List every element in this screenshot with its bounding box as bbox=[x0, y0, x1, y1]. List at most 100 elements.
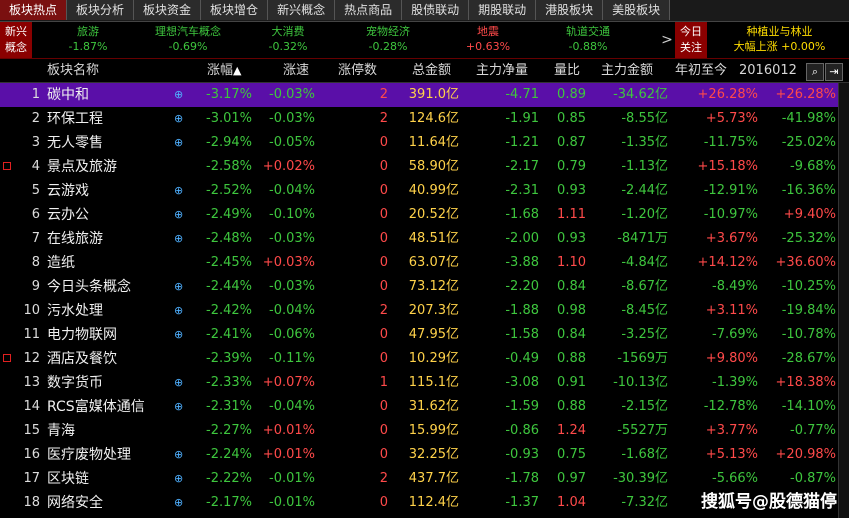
cell-amount: 391.0亿 bbox=[408, 87, 459, 102]
add-icon[interactable]: ⊕ bbox=[174, 179, 183, 203]
table-row[interactable]: 2 环保工程 ⊕ -3.01% -0.03% 2 124.6亿 -1.91 0.85 -8.55亿… bbox=[0, 107, 849, 131]
col-header-limit-up[interactable]: 涨停数 bbox=[338, 60, 377, 82]
tab-4[interactable]: 新兴概念 bbox=[268, 0, 336, 20]
cell-speed: -0.11% bbox=[269, 351, 315, 366]
cell-speed: -0.04% bbox=[269, 399, 315, 414]
table-row[interactable]: 8 造纸 -2.45% +0.03% 0 63.07亿 -3.88 1.10 -4.84亿 +14… bbox=[0, 251, 849, 275]
cell-net: -1.68 bbox=[505, 207, 539, 222]
table-row[interactable]: 14 RCS富媒体通信 ⊕ -2.31% -0.04% 0 31.62亿 -1.59 0.88 -… bbox=[0, 395, 849, 419]
vertical-scrollbar[interactable] bbox=[838, 83, 849, 518]
col-header-amount[interactable]: 总金额 bbox=[412, 60, 451, 82]
table-row[interactable]: 7 在线旅游 ⊕ -2.48% -0.03% 0 48.51亿 -2.00 0.93 -8471万… bbox=[0, 227, 849, 251]
add-icon[interactable]: ⊕ bbox=[174, 107, 183, 131]
table-row[interactable]: 3 无人零售 ⊕ -2.94% -0.05% 0 11.64亿 -1.21 0.87 -1.35亿… bbox=[0, 131, 849, 155]
col-header-vol-ratio[interactable]: 量比 bbox=[554, 60, 580, 82]
table-row[interactable]: 9 今日头条概念 ⊕ -2.44% -0.03% 0 73.12亿 -2.20 0.84 -8.6… bbox=[0, 275, 849, 299]
add-icon[interactable]: ⊕ bbox=[174, 131, 183, 155]
cell-vol-ratio: 0.88 bbox=[557, 399, 586, 414]
cell-vol-ratio: 0.91 bbox=[557, 375, 586, 390]
cell-limit-up: 2 bbox=[379, 471, 388, 486]
col-header-change[interactable]: 涨幅▲ bbox=[207, 60, 241, 82]
new-concept-tag[interactable]: 新兴 概念 bbox=[0, 22, 32, 58]
cell-main-amount: -5527万 bbox=[617, 423, 668, 438]
cell-date-col: -19.84% bbox=[781, 303, 836, 318]
cell-speed: -0.10% bbox=[269, 207, 315, 222]
table-row[interactable]: 11 电力物联网 ⊕ -2.41% -0.06% 0 47.95亿 -1.58 0.84 -3.2… bbox=[0, 323, 849, 347]
table-row[interactable]: 13 数字货币 ⊕ -2.33% +0.07% 1 115.1亿 -3.08 0.91 -10.1… bbox=[0, 371, 849, 395]
col-header-ytd[interactable]: 年初至今 bbox=[675, 60, 727, 82]
table-row[interactable]: 15 青海 -2.27% +0.01% 0 15.99亿 -0.86 1.24 -5527万 +3… bbox=[0, 419, 849, 443]
table-row[interactable]: 6 云办公 ⊕ -2.49% -0.10% 0 20.52亿 -1.68 1.11 -1.20亿 -… bbox=[0, 203, 849, 227]
col-header-date[interactable]: 2016012 bbox=[739, 60, 797, 82]
add-icon[interactable]: ⊕ bbox=[174, 395, 183, 419]
cell-date-col: +36.60% bbox=[775, 255, 836, 270]
tab-0[interactable]: 板块热点 bbox=[0, 0, 68, 20]
cell-main-amount: -4.84亿 bbox=[621, 255, 668, 270]
tab-5[interactable]: 热点商品 bbox=[335, 0, 403, 20]
sector-name: 数字货币 bbox=[47, 375, 103, 391]
ticker-sector[interactable]: 轨道交通 -0.88% bbox=[538, 24, 638, 54]
ticker-sector[interactable]: 理想汽车概念 -0.69% bbox=[138, 24, 238, 54]
add-icon[interactable]: ⊕ bbox=[174, 467, 183, 491]
tab-2[interactable]: 板块资金 bbox=[134, 0, 202, 20]
ticker-sector[interactable]: 地震 +0.63% bbox=[438, 24, 538, 54]
cell-change: -2.24% bbox=[206, 447, 252, 462]
col-header-name[interactable]: 板块名称 bbox=[47, 60, 99, 82]
cell-limit-up: 0 bbox=[379, 423, 388, 438]
search-icon[interactable]: ⌕ bbox=[806, 63, 824, 81]
cell-limit-up: 2 bbox=[379, 87, 388, 102]
table-row[interactable]: 4 景点及旅游 -2.58% +0.02% 0 58.90亿 -2.17 0.79 -1.13亿… bbox=[0, 155, 849, 179]
today-focus-tag[interactable]: 今日 关注 bbox=[675, 22, 707, 58]
cell-amount: 31.62亿 bbox=[408, 399, 459, 414]
row-index: 2 bbox=[31, 111, 40, 126]
add-icon[interactable]: ⊕ bbox=[174, 491, 183, 515]
cell-date-col: -0.77% bbox=[790, 423, 836, 438]
tab-6[interactable]: 股债联动 bbox=[402, 0, 470, 20]
tab-9[interactable]: 美股板块 bbox=[603, 0, 671, 20]
table-row[interactable]: 10 污水处理 ⊕ -2.42% -0.04% 2 207.3亿 -1.88 0.98 -8.45… bbox=[0, 299, 849, 323]
cell-date-col: -16.36% bbox=[781, 183, 836, 198]
strip-next-arrow[interactable]: > bbox=[660, 22, 674, 58]
add-icon[interactable]: ⊕ bbox=[174, 299, 183, 323]
col-header-net[interactable]: 主力净量 bbox=[476, 60, 528, 82]
add-icon[interactable]: ⊕ bbox=[174, 227, 183, 251]
add-icon[interactable]: ⊕ bbox=[174, 203, 183, 227]
cell-net: -3.88 bbox=[505, 255, 539, 270]
cell-ytd: -7.69% bbox=[712, 327, 758, 342]
cell-amount: 63.07亿 bbox=[408, 255, 459, 270]
ticker-sector[interactable]: 旅游 -1.87% bbox=[38, 24, 138, 54]
table-row[interactable]: 16 医疗废物处理 ⊕ -2.24% +0.01% 0 32.25亿 -0.93 0.75 -1.… bbox=[0, 443, 849, 467]
add-icon[interactable]: ⊕ bbox=[174, 443, 183, 467]
tab-1[interactable]: 板块分析 bbox=[67, 0, 135, 20]
row-index: 4 bbox=[31, 159, 40, 174]
ticker-sector[interactable]: 宠物经济 -0.28% bbox=[338, 24, 438, 54]
cell-amount: 20.52亿 bbox=[408, 207, 459, 222]
table-row[interactable]: 5 云游戏 ⊕ -2.52% -0.04% 0 40.99亿 -2.31 0.93 -2.44亿 -… bbox=[0, 179, 849, 203]
col-header-main-amount[interactable]: 主力金额 bbox=[601, 60, 653, 82]
col-header-speed[interactable]: 涨速 bbox=[283, 60, 309, 82]
cell-main-amount: -10.13亿 bbox=[613, 375, 668, 390]
table-row[interactable]: 12 酒店及餐饮 -2.39% -0.11% 0 10.29亿 -0.49 0.88 -1569… bbox=[0, 347, 849, 371]
table-row[interactable]: 1 碳中和 ⊕ -3.17% -0.03% 2 391.0亿 -4.71 0.89 -34.62亿… bbox=[0, 83, 849, 107]
cell-speed: +0.01% bbox=[262, 423, 315, 438]
cell-amount: 32.25亿 bbox=[408, 447, 459, 462]
cell-ytd: -12.91% bbox=[703, 183, 758, 198]
cell-speed: -0.04% bbox=[269, 303, 315, 318]
row-index: 5 bbox=[31, 183, 40, 198]
add-icon[interactable]: ⊕ bbox=[174, 323, 183, 347]
focus-sector[interactable]: 种植业与林业 大幅上涨 +0.00% bbox=[712, 24, 847, 54]
tab-3[interactable]: 板块增仓 bbox=[201, 0, 269, 20]
row-index: 3 bbox=[31, 135, 40, 150]
export-icon[interactable]: ⇥ bbox=[825, 63, 843, 81]
sector-name: 碳中和 bbox=[47, 87, 89, 103]
cell-net: -2.31 bbox=[505, 183, 539, 198]
cell-limit-up: 0 bbox=[379, 495, 388, 510]
ticker-sector[interactable]: 大消费 -0.32% bbox=[238, 24, 338, 54]
ticker-sector-name: 轨道交通 bbox=[566, 25, 610, 38]
tab-7[interactable]: 期股联动 bbox=[469, 0, 537, 20]
add-icon[interactable]: ⊕ bbox=[174, 83, 183, 107]
add-icon[interactable]: ⊕ bbox=[174, 275, 183, 299]
tab-8[interactable]: 港股板块 bbox=[536, 0, 604, 20]
add-icon[interactable]: ⊕ bbox=[174, 371, 183, 395]
cell-net: -1.21 bbox=[505, 135, 539, 150]
